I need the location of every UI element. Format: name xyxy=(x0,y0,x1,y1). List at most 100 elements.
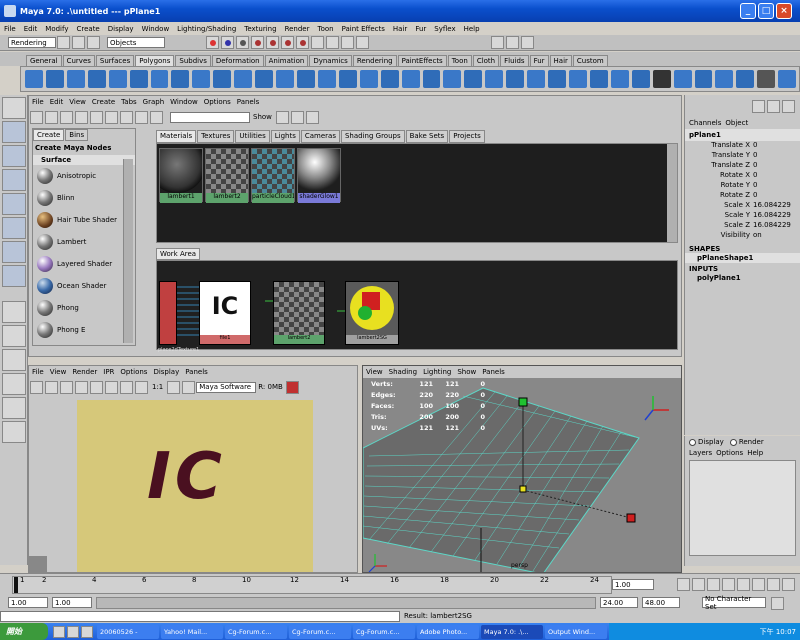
shelf-tab-subdivs[interactable]: Subdivs xyxy=(175,55,211,66)
mode-dropdown[interactable]: Rendering xyxy=(8,37,56,48)
graph-materials-icon[interactable] xyxy=(90,110,103,124)
rv-menu-panels[interactable]: Panels xyxy=(182,368,211,376)
input-connections-icon[interactable] xyxy=(105,110,118,124)
menu-paint-effects[interactable]: Paint Effects xyxy=(338,25,389,33)
layout-bottom-icon[interactable] xyxy=(290,110,304,124)
normals-icon[interactable] xyxy=(778,70,797,88)
mel-command-input[interactable] xyxy=(0,611,400,622)
attr-translate-x[interactable]: Translate X0 xyxy=(685,141,800,151)
show-tool-settings-icon[interactable] xyxy=(521,36,534,49)
channel-box-toggle-icon[interactable] xyxy=(752,99,765,113)
select-by-hierarchy-icon[interactable] xyxy=(206,36,219,49)
shelf-tab-custom[interactable]: Custom xyxy=(572,55,608,66)
start-button[interactable]: 開始 xyxy=(0,623,48,640)
ipr-status-icon[interactable] xyxy=(285,380,299,394)
hs-menu-view[interactable]: View xyxy=(66,98,89,106)
snap-point-icon[interactable] xyxy=(266,36,279,49)
create-maya-nodes-header[interactable]: Create Maya Nodes xyxy=(33,141,135,155)
uv-editor-icon[interactable] xyxy=(757,70,776,88)
triangulate-icon[interactable] xyxy=(338,70,357,88)
close-button[interactable]: × xyxy=(776,3,792,19)
show-channel-box-icon[interactable] xyxy=(491,36,504,49)
arrow-right-icon[interactable] xyxy=(60,110,73,124)
menu-window[interactable]: Window xyxy=(138,25,174,33)
tab-lights[interactable]: Lights xyxy=(270,130,300,143)
shelf-tab-fur[interactable]: Fur xyxy=(529,55,549,66)
node-anisotropic[interactable]: Anisotropic xyxy=(33,165,135,187)
task-item[interactable]: Cg-Forum.c... xyxy=(353,624,415,639)
paint-select-icon[interactable] xyxy=(2,145,26,167)
cleanup-icon[interactable] xyxy=(422,70,441,88)
append-polygon-icon[interactable] xyxy=(527,70,546,88)
graph-editor-layout-icon[interactable] xyxy=(2,421,26,443)
poly-cone-icon[interactable] xyxy=(87,70,106,88)
poly-pyramid-icon[interactable] xyxy=(171,70,190,88)
task-item[interactable]: Cg-Forum.c... xyxy=(225,624,287,639)
step-forward-frame-icon[interactable] xyxy=(752,578,765,591)
selected-object-name[interactable]: pPlane1 xyxy=(685,129,800,141)
menu-create[interactable]: Create xyxy=(72,25,103,33)
toggle-create-bar-icon[interactable] xyxy=(30,110,43,124)
tab-textures[interactable]: Textures xyxy=(197,130,235,143)
display-render-settings-icon[interactable] xyxy=(182,380,196,394)
split-polygon-icon[interactable] xyxy=(548,70,566,88)
poly-sphere-icon[interactable] xyxy=(25,70,43,88)
ipr-render-icon[interactable] xyxy=(341,36,354,49)
node-list-scrollbar[interactable] xyxy=(123,159,133,343)
layers-menu[interactable]: Layers xyxy=(689,449,712,457)
swatch-shaderglow1[interactable]: shaderGlow1 xyxy=(297,148,341,203)
menu-syflex[interactable]: Syflex xyxy=(430,25,459,33)
attr-scale-z[interactable]: Scale Z 16.084229 xyxy=(685,221,800,231)
step-back-key-icon[interactable] xyxy=(692,578,705,591)
rendered-image[interactable]: IC xyxy=(77,400,313,572)
attr-translate-y[interactable]: Translate Y0 xyxy=(685,151,800,161)
history-icon[interactable] xyxy=(311,36,324,49)
rotate-tool-icon[interactable] xyxy=(2,193,26,215)
surface-section-header[interactable]: Surface xyxy=(33,155,135,165)
node-phong-e[interactable]: Phong E xyxy=(33,319,135,341)
select-tool-icon[interactable] xyxy=(2,97,26,119)
menu-hair[interactable]: Hair xyxy=(389,25,411,33)
insert-edge-loop-icon[interactable] xyxy=(568,70,587,88)
display-radio[interactable] xyxy=(689,438,696,446)
quicklaunch-ie-icon[interactable] xyxy=(53,625,65,638)
mirror-icon[interactable] xyxy=(443,70,462,88)
shelf-tab-deformation[interactable]: Deformation xyxy=(211,55,264,66)
shelf-tab-painteffects[interactable]: PaintEffects xyxy=(397,55,447,66)
spherical-map-icon[interactable] xyxy=(715,70,734,88)
lasso-tool-icon[interactable] xyxy=(2,121,26,143)
options-menu[interactable]: Options xyxy=(716,449,743,457)
swatch-particlecloud1[interactable]: particleCloud1 xyxy=(251,148,295,203)
cylindrical-map-icon[interactable] xyxy=(694,70,713,88)
shelf-tab-general[interactable]: General xyxy=(26,55,62,66)
render-settings-icon[interactable] xyxy=(167,380,181,394)
shelf-tab-rendering[interactable]: Rendering xyxy=(352,55,397,66)
attr-rotate-x[interactable]: Rotate X0 xyxy=(685,171,800,181)
shelf-tab-animation[interactable]: Animation xyxy=(264,55,309,66)
materials-scrollbar[interactable] xyxy=(667,144,677,242)
new-scene-icon[interactable] xyxy=(57,36,70,49)
attr-visibility[interactable]: Visibility on xyxy=(685,231,800,241)
tab-shading-groups[interactable]: Shading Groups xyxy=(340,130,405,143)
current-frame-field[interactable]: 1.00 xyxy=(612,579,654,590)
shelf-tab-curves[interactable]: Curves xyxy=(62,55,95,66)
render-scroll-corner[interactable] xyxy=(29,556,47,572)
swatch-lambert2[interactable]: lambert2 xyxy=(205,148,249,203)
rv-menu-ipr[interactable]: IPR xyxy=(100,368,117,376)
two-view-layout-icon[interactable] xyxy=(2,349,26,371)
keep-image-icon[interactable] xyxy=(90,380,103,394)
object-menu[interactable]: Object xyxy=(725,119,748,127)
shape-node[interactable]: pPlaneShape1 xyxy=(685,253,800,263)
shelf-tab-surfaces[interactable]: Surfaces xyxy=(95,55,135,66)
open-scene-icon[interactable] xyxy=(72,36,85,49)
fill-hole-icon[interactable] xyxy=(380,70,399,88)
menu-modify[interactable]: Modify xyxy=(41,25,72,33)
rearrange-icon[interactable] xyxy=(150,110,163,124)
poly-cube-icon[interactable] xyxy=(45,70,64,88)
save-scene-icon[interactable] xyxy=(87,36,100,49)
hs-menu-file[interactable]: File xyxy=(29,98,47,106)
outliner-layout-icon[interactable] xyxy=(2,373,26,395)
go-to-end-icon[interactable] xyxy=(782,578,795,591)
shelf-tab-hair[interactable]: Hair xyxy=(549,55,572,66)
vp-menu-shading[interactable]: Shading xyxy=(386,368,420,376)
